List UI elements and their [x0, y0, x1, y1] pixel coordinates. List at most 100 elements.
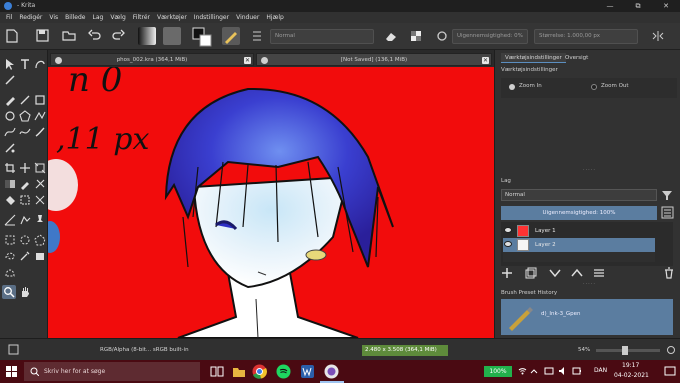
drawing-canvas[interactable]: n 0 ,11 px	[48, 67, 494, 338]
add-layer-icon[interactable]	[501, 267, 513, 279]
blend-mode-select[interactable]: Normal	[270, 29, 374, 44]
brush-preset-item[interactable]: d)_Ink-3_Gpen	[501, 299, 673, 335]
rectangular-selection-tool-icon[interactable]	[4, 234, 16, 246]
menu-help[interactable]: Hjælp	[266, 12, 284, 23]
new-document-icon[interactable]	[6, 29, 18, 43]
opacity-slider[interactable]: Uigennemsigtighed: 0%	[452, 29, 528, 44]
maximize-button[interactable]: ⧉	[626, 0, 650, 12]
chrome-icon[interactable]	[252, 364, 267, 379]
edit-shapes-tool-icon[interactable]	[34, 58, 46, 70]
menu-image[interactable]: Billede	[65, 12, 85, 23]
ellipse-tool-icon[interactable]	[4, 110, 16, 122]
polyline-tool-icon[interactable]	[34, 110, 46, 122]
zoom-slider-handle[interactable]	[622, 346, 628, 355]
folder-icon[interactable]	[62, 30, 76, 41]
zoom-out-radio[interactable]	[591, 84, 597, 90]
similar-color-selection-tool-icon[interactable]	[34, 250, 46, 262]
polygon-tool-icon[interactable]	[19, 110, 31, 122]
rectangle-tool-icon[interactable]	[34, 94, 46, 106]
enclose-fill-tool-icon[interactable]	[19, 194, 31, 206]
eraser-icon[interactable]	[385, 31, 397, 42]
volume-icon[interactable]	[558, 366, 568, 376]
tab-tool-options[interactable]: Værktøjsindstillinger	[501, 53, 566, 63]
measure-tool-icon[interactable]	[4, 214, 16, 226]
close-button[interactable]: ✕	[654, 0, 678, 12]
crop-tool-icon[interactable]	[4, 162, 16, 174]
move-tool-icon[interactable]	[19, 162, 31, 174]
task-view-icon[interactable]	[210, 365, 224, 378]
network-icon[interactable]	[544, 366, 554, 376]
windows-start-icon[interactable]	[6, 366, 17, 377]
line-tool-icon[interactable]	[19, 94, 31, 106]
layer-row-layer-1[interactable]: Layer 1	[503, 224, 655, 238]
freehand-selection-tool-icon[interactable]	[4, 250, 16, 262]
color-picker-tool-icon[interactable]	[19, 178, 31, 190]
foreground-background-color-icon[interactable]	[192, 27, 212, 47]
layer-settings-icon[interactable]	[593, 267, 605, 279]
visibility-eye-icon[interactable]	[504, 227, 512, 233]
layer-filter-icon[interactable]	[661, 189, 673, 201]
close-tab-icon[interactable]: ✕	[482, 57, 489, 64]
polygonal-selection-tool-icon[interactable]	[34, 234, 46, 246]
freehand-path-tool-icon[interactable]	[19, 126, 31, 138]
duplicate-layer-icon[interactable]	[525, 267, 537, 279]
transform-tool-icon[interactable]	[34, 162, 46, 174]
calligraphy-tool-icon[interactable]	[4, 74, 16, 86]
bezier-selection-tool-icon[interactable]	[4, 266, 16, 278]
zoom-tool-icon[interactable]	[3, 286, 15, 298]
file-explorer-icon[interactable]	[232, 365, 246, 378]
visibility-eye-icon[interactable]	[504, 241, 512, 247]
bezier-tool-icon[interactable]	[4, 126, 16, 138]
text-tool-icon[interactable]	[19, 58, 31, 70]
undo-icon[interactable]	[88, 29, 101, 42]
battery-badge[interactable]: 100%	[484, 366, 512, 377]
smart-patch-tool-icon[interactable]	[34, 178, 46, 190]
document-tab-unsaved[interactable]: [Not Saved] (136,1 MiB) ✕	[256, 53, 492, 66]
layer-properties-icon[interactable]	[661, 206, 674, 219]
delete-layer-icon[interactable]	[663, 267, 675, 279]
multibrush-tool-icon[interactable]	[4, 142, 16, 154]
minimize-button[interactable]: —	[598, 0, 622, 12]
pin-tool-icon[interactable]	[34, 214, 46, 226]
close-tab-icon[interactable]: ✕	[244, 57, 251, 64]
layer-row-layer-2[interactable]: Layer 2	[503, 238, 655, 252]
menu-select[interactable]: Vælg	[110, 12, 125, 23]
document-tab-phos[interactable]: phos_002.kra (364,1 MiB) ✕	[50, 53, 254, 66]
clock-date[interactable]: 04-02-2021	[614, 372, 649, 379]
pan-tool-icon[interactable]	[19, 286, 31, 298]
chevron-up-icon[interactable]	[530, 367, 538, 375]
contiguous-selection-tool-icon[interactable]	[19, 250, 31, 262]
battery-icon[interactable]	[572, 366, 582, 376]
wrap-mode-icon[interactable]	[436, 30, 448, 42]
wifi-icon[interactable]	[518, 366, 527, 375]
clock-time[interactable]: 19:17	[622, 362, 639, 369]
pattern-preset-button[interactable]	[163, 27, 181, 45]
move-layer-down-icon[interactable]	[549, 267, 561, 279]
spotify-icon[interactable]	[276, 364, 291, 379]
assistant-tool-icon[interactable]	[34, 194, 46, 206]
tab-overview[interactable]: Oversigt	[561, 53, 592, 63]
redo-icon[interactable]	[112, 29, 125, 42]
brush-preset-button[interactable]	[222, 27, 240, 45]
select-shapes-tool-icon[interactable]	[4, 58, 16, 70]
krita-taskbar-icon[interactable]	[324, 364, 339, 379]
input-language-label[interactable]: DAN	[594, 367, 607, 374]
menu-edit[interactable]: Redigér	[19, 12, 42, 23]
move-layer-up-icon[interactable]	[571, 267, 583, 279]
reference-images-tool-icon[interactable]	[19, 214, 31, 226]
save-icon[interactable]	[36, 29, 49, 42]
menu-tools[interactable]: Værktøjer	[157, 12, 187, 23]
fullscreen-icon[interactable]	[8, 344, 19, 355]
menu-filter[interactable]: Filtrér	[133, 12, 150, 23]
mirror-icon[interactable]	[652, 30, 664, 42]
notification-icon[interactable]	[664, 365, 676, 377]
elliptical-selection-tool-icon[interactable]	[19, 234, 31, 246]
layer-blend-select[interactable]: Normal	[501, 189, 657, 201]
menu-file[interactable]: Fil	[6, 12, 12, 23]
gradient-tool-icon[interactable]	[4, 178, 16, 190]
zoom-in-radio[interactable]	[509, 84, 515, 90]
size-slider[interactable]: Størrelse: 1.000,00 px	[534, 29, 638, 44]
freehand-brush-tool-icon[interactable]	[4, 94, 16, 106]
menu-settings[interactable]: Indstillinger	[194, 12, 229, 23]
menu-layer[interactable]: Lag	[92, 12, 103, 23]
